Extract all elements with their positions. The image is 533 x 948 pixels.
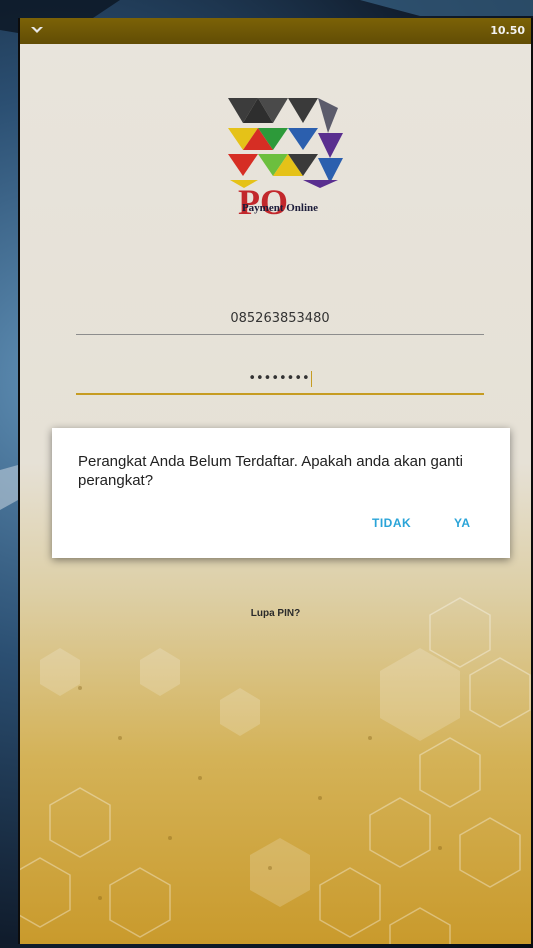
phone-number-input[interactable]: 085263853480 [76,304,484,335]
pin-value: •••••••• [248,371,310,386]
text-cursor [310,370,312,387]
status-bar: 10.50 [20,18,531,44]
phone-number-value: 085263853480 [230,311,330,326]
forgot-pin-link[interactable]: Lupa PIN? [20,608,531,619]
dialog-message: Perangkat Anda Belum Terdaftar. Apakah a… [78,453,464,489]
dialog-yes-button[interactable]: YA [454,516,471,530]
phone-device: 10.50 PO Payment Online 085263853480 •••… [18,18,533,944]
app-screen: 10.50 PO Payment Online 085263853480 •••… [20,18,531,944]
pin-input[interactable]: •••••••• [76,363,484,395]
status-time: 10.50 [490,24,525,37]
notification-icon [31,27,43,33]
confirm-dialog: Perangkat Anda Belum Terdaftar. Apakah a… [52,428,510,558]
dialog-no-button[interactable]: TIDAK [372,516,411,530]
hexagon-background-pattern [20,597,531,944]
app-logo: PO [228,98,343,218]
logo-caption: Payment Online [241,202,319,214]
